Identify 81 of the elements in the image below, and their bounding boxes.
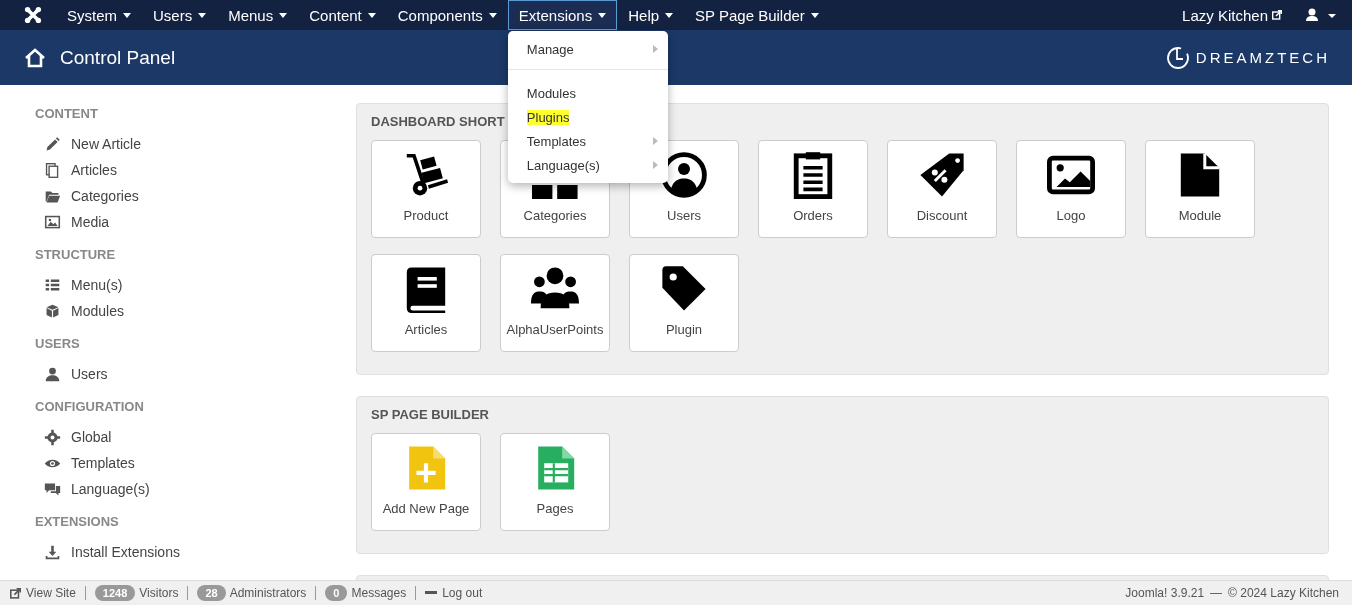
status-link[interactable]: Administrators [229,586,307,600]
panel-title: SP PAGE BUILDER [371,407,489,422]
panel-title: DASHBOARD SHORT [371,114,505,129]
sidebar-heading: USERS [35,336,81,351]
nav-menu-item[interactable]: System [56,0,142,30]
shortcut-tile[interactable]: Module [1145,140,1255,238]
logo-icon[interactable] [24,6,42,24]
caret-icon [123,12,131,18]
nav-menu-item[interactable]: Content [298,0,387,30]
copyright-text: © 2024 Lazy Kitchen [1228,586,1339,600]
cube-icon [44,302,61,320]
shortcut-tile[interactable]: Orders [758,140,868,238]
caret-icon [488,12,497,18]
submenu-arrow-icon [652,161,658,169]
nav-menu-item[interactable]: Users [142,0,218,30]
shortcut-tile[interactable]: Add New Page [371,433,481,531]
caret-icon [810,12,819,18]
shortcut-tile[interactable]: Discount [887,140,997,238]
sidebar-link[interactable]: Language(s) [35,476,356,502]
sidebar-heading: CONFIGURATION [35,399,145,414]
sidebar-link[interactable]: Templates [35,450,356,476]
sidebar-heading: CONTENT [35,106,99,121]
external-link-icon [10,587,21,599]
logout-link[interactable]: Log out [425,586,483,600]
brand-logo-icon [1165,45,1190,70]
tag-icon [660,265,708,313]
status-link[interactable]: Messages [351,586,407,600]
nav-menu-item[interactable]: SP Page Builder [684,0,830,30]
separator-text: — [1210,586,1223,600]
caret-icon [367,12,376,18]
sidebar-link[interactable]: Articles [35,157,356,183]
page-title: Control Panel [60,46,176,69]
nav-menu-item[interactable]: Extensions [507,0,618,30]
brand-name: DREAMZTECH [1195,49,1330,66]
nav-menu-item[interactable]: Help [617,0,685,30]
caret-icon [598,12,607,18]
pencil-icon [44,135,61,153]
sidebar-link[interactable]: Categories [35,183,356,209]
shortcut-tile[interactable]: Plugin [629,254,739,352]
home-icon [24,47,46,68]
grid-icon [532,184,578,199]
sidebar-link[interactable]: New Article [35,131,356,157]
shortcut-tile[interactable]: Pages [500,433,610,531]
view-site-link[interactable]: View Site [10,586,76,600]
download-icon [44,543,61,561]
copy-icon [44,161,61,179]
caret-icon [665,12,674,18]
status-link[interactable]: Visitors [139,586,179,600]
user-icon [44,365,61,383]
count-badge: 28 [197,585,226,601]
count-badge: 1248 [94,585,136,601]
sidebar-link[interactable]: Global [35,424,356,450]
sidebar-link[interactable]: Users [35,361,356,387]
sidebar-heading: EXTENSIONS [35,514,120,529]
nav-menu-item[interactable]: Components [386,0,508,30]
sidebar-heading: STRUCTURE [35,247,117,262]
version-text: Joomla! 3.9.21 [1125,586,1205,600]
shortcut-tile[interactable]: Product [371,140,481,238]
shortcut-tile[interactable]: AlphaUserPoints [500,254,610,352]
external-link-icon [1272,10,1282,20]
site-link[interactable]: Lazy Kitchen [1182,6,1282,24]
shortcut-tile[interactable]: Logo [1016,140,1126,238]
image-icon [44,213,61,231]
dropdown-item[interactable]: Modules [507,81,668,105]
nav-menu-item[interactable]: Menus [217,0,299,30]
user-menu-icon[interactable] [1306,8,1336,22]
dropdown-item[interactable]: Manage [507,37,668,61]
submenu-arrow-icon [652,137,658,145]
caret-icon [198,12,207,18]
shortcut-tile[interactable]: Articles [371,254,481,352]
dropdown-item[interactable]: Plugins [507,105,668,129]
minus-icon [425,591,438,595]
percent-tag-icon [918,151,966,199]
user-circle-icon [660,151,708,199]
sidebar-link[interactable]: Media [35,209,356,235]
sidebar-link[interactable]: Modules [35,298,356,324]
caret-icon [279,12,288,18]
sidebar-link[interactable]: Install Extensions [35,539,356,565]
sidebar-link[interactable]: Menu(s) [35,272,356,298]
submenu-arrow-icon [652,45,658,53]
count-badge: 0 [325,585,348,601]
